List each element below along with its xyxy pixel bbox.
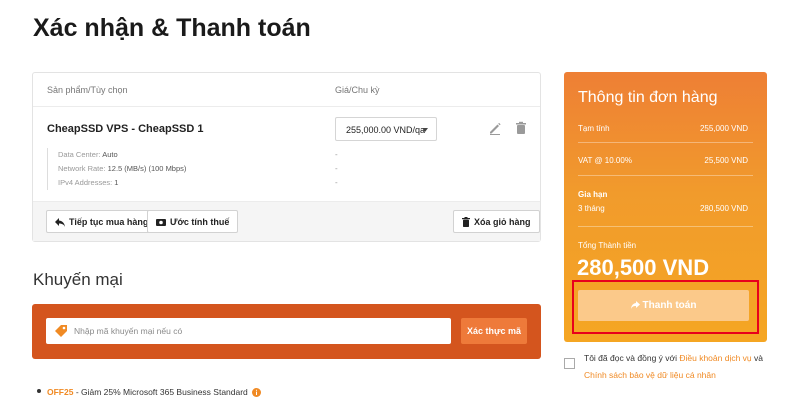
terms-text: Tôi đã đọc và đồng ý với Điều khoản dịch… <box>584 353 763 380</box>
clear-cart-button[interactable]: Xóa giỏ hàng <box>453 210 540 233</box>
divider <box>578 142 753 143</box>
share-arrow-icon <box>630 301 640 309</box>
terms-of-service-link[interactable]: Điều khoản dịch vụ <box>679 353 751 363</box>
total-value: 280,500 VND <box>577 255 710 280</box>
spec-price: - <box>335 164 338 173</box>
promo-code-field <box>46 318 451 344</box>
spec-row: Network Rate: 12.5 (MB/s) (100 Mbps) <box>58 164 187 173</box>
renewal-label: Gia hạn <box>578 190 608 199</box>
bullet <box>37 389 41 393</box>
spec-row: IPv4 Addresses: 1 <box>58 178 119 187</box>
billing-cycle-select[interactable]: 255,000.00 VND/qa <box>335 117 437 141</box>
privacy-policy-link[interactable]: Chính sách bảo vệ dữ liệu cá nhân <box>584 370 716 380</box>
spec-price: - <box>335 150 338 159</box>
column-header-price: Giá/Chu kỳ <box>335 85 380 95</box>
checkout-button[interactable]: Thanh toán <box>578 290 749 321</box>
divider <box>578 226 753 227</box>
renewal-period: 3 tháng <box>578 204 605 213</box>
column-header-product: Sản phẩm/Tùy chọn <box>47 85 128 95</box>
divider <box>578 175 753 176</box>
promo-code-input[interactable] <box>74 318 444 344</box>
vat-label: VAT @ 10.00% <box>578 156 632 165</box>
total-label: Tổng Thành tiền <box>578 241 637 250</box>
money-icon <box>156 219 166 226</box>
continue-shopping-button[interactable]: Tiếp tục mua hàng <box>46 210 158 233</box>
terms-checkbox[interactable] <box>564 358 575 369</box>
cart-panel: Sản phẩm/Tùy chọn Giá/Chu kỳ CheapSSD VP… <box>32 72 541 242</box>
subtotal-label: Tạm tính <box>578 124 610 133</box>
spec-row: Data Center: Auto <box>58 150 118 159</box>
tag-icon <box>55 325 67 337</box>
promo-bar: Xác thực mã <box>32 304 541 359</box>
vat-value: 25,500 VND <box>704 156 748 165</box>
trash-icon[interactable] <box>514 121 528 135</box>
billing-cycle-value: 255,000.00 VND/qa <box>346 125 426 135</box>
summary-title: Thông tin đơn hàng <box>578 89 718 106</box>
offer-text: - Giảm 25% Microsoft 365 Business Standa… <box>73 387 248 397</box>
edit-icon[interactable] <box>488 121 502 135</box>
cart-header: Sản phẩm/Tùy chọn Giá/Chu kỳ <box>33 73 540 107</box>
trash-icon <box>462 217 470 227</box>
reply-arrow-icon <box>55 218 65 227</box>
chevron-down-icon <box>422 128 428 132</box>
info-icon[interactable] <box>252 388 262 397</box>
subtotal-value: 255,000 VND <box>699 124 748 133</box>
validate-code-button[interactable]: Xác thực mã <box>461 318 527 344</box>
cart-footer: Tiếp tục mua hàng Ước tính thuế Xóa giỏ … <box>33 201 540 241</box>
renewal-value: 280,500 VND <box>699 204 748 213</box>
offer-item: OFF25 - Giảm 25% Microsoft 365 Business … <box>37 387 262 397</box>
offer-code: OFF25 <box>47 387 74 397</box>
product-specs: Data Center: Auto Network Rate: 12.5 (MB… <box>47 148 186 190</box>
promo-title: Khuyến mại <box>33 270 123 289</box>
checkout-page: Xác nhận & Thanh toán Sản phẩm/Tùy chọn … <box>0 0 800 402</box>
spec-price: - <box>335 178 338 187</box>
page-title: Xác nhận & Thanh toán <box>33 14 311 42</box>
product-name: CheapSSD VPS - CheapSSD 1 <box>47 123 204 135</box>
estimate-tax-button[interactable]: Ước tính thuế <box>147 210 239 233</box>
spec-prices: - - - <box>335 148 338 190</box>
